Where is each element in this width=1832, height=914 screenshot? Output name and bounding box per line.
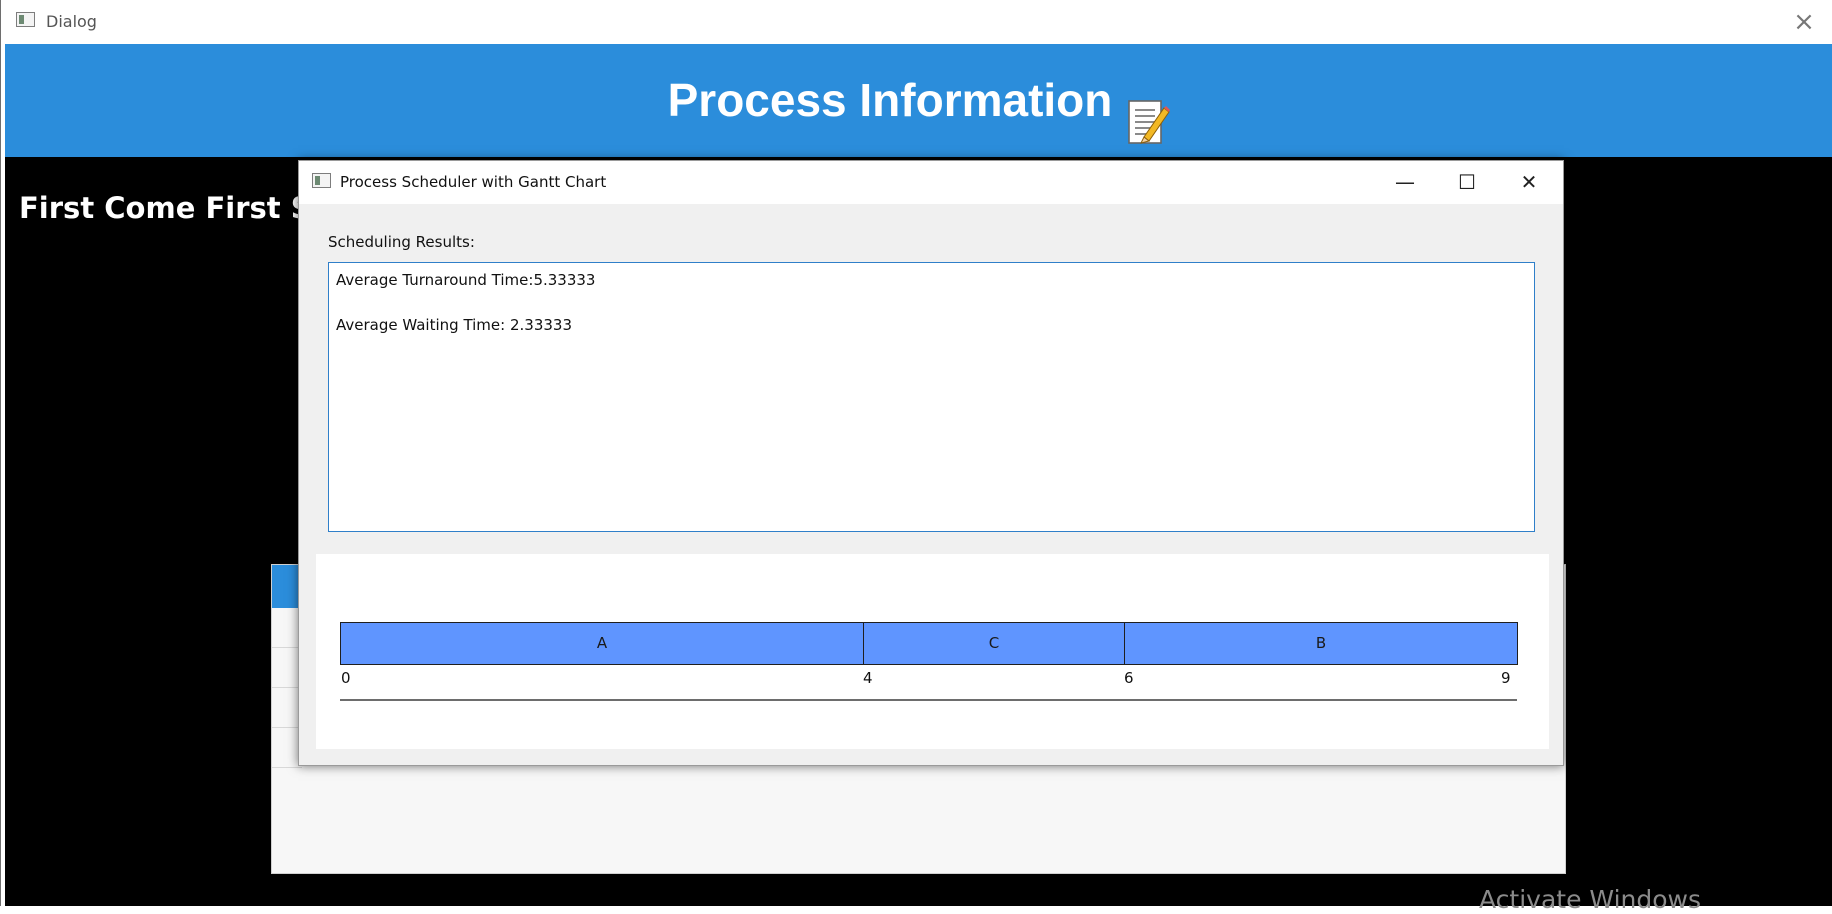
results-textbox[interactable]: Average Turnaround Time:5.33333 Average … xyxy=(328,262,1535,532)
banner-title-text: Process Information xyxy=(667,74,1113,126)
gantt-tick-label: 9 xyxy=(1501,669,1511,687)
gantt-tick-label: 6 xyxy=(1124,669,1134,687)
dialog-title: Dialog xyxy=(46,12,97,31)
gantt-block-c: C xyxy=(863,622,1125,665)
average-turnaround-line: Average Turnaround Time:5.33333 xyxy=(336,271,596,289)
close-button[interactable]: ✕ xyxy=(1499,161,1559,204)
scheduler-dialog: Process Scheduler with Gantt Chart — ☐ ✕… xyxy=(298,160,1564,766)
gantt-chart: A C B 0 4 6 9 xyxy=(316,554,1549,749)
algorithm-heading: First Come First Se xyxy=(19,191,332,225)
gantt-time-axis xyxy=(340,699,1517,701)
scheduler-titlebar: Process Scheduler with Gantt Chart — ☐ ✕ xyxy=(299,161,1563,204)
activate-windows-watermark: Activate Windows xyxy=(1479,885,1701,914)
dialog-titlebar: Dialog × xyxy=(1,0,1832,44)
scheduler-window-icon xyxy=(312,173,331,188)
memo-icon xyxy=(1126,75,1171,144)
maximize-button[interactable]: ☐ xyxy=(1437,161,1497,204)
results-label: Scheduling Results: xyxy=(328,233,475,251)
gantt-tick-label: 0 xyxy=(341,669,351,687)
average-waiting-line: Average Waiting Time: 2.33333 xyxy=(336,316,573,334)
gantt-block-b: B xyxy=(1124,622,1518,665)
banner-heading: Process Information xyxy=(5,44,1832,157)
dialog-window: Dialog × Process Information First Come xyxy=(0,0,1832,914)
dialog-close-button[interactable]: × xyxy=(1788,6,1820,38)
process-information-banner: Process Information xyxy=(5,44,1832,157)
minimize-button[interactable]: — xyxy=(1375,161,1435,204)
gantt-tick-label: 4 xyxy=(863,669,873,687)
app-window-icon xyxy=(16,12,35,27)
scheduler-title: Process Scheduler with Gantt Chart xyxy=(340,173,607,191)
gantt-block-a: A xyxy=(340,622,864,665)
